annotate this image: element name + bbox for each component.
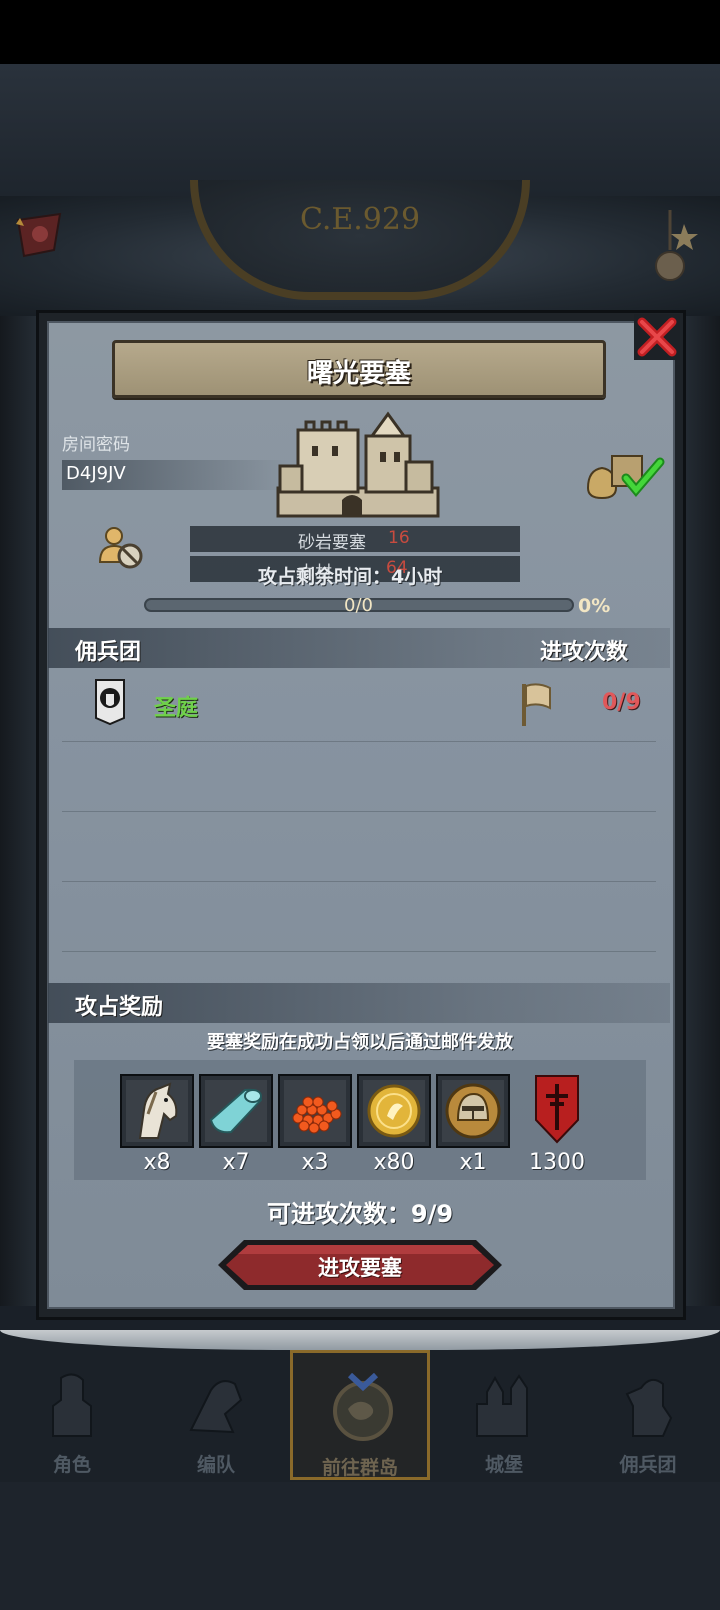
mercenary-icon [625,1378,673,1437]
lantern-ornament-icon [655,210,698,281]
empty-guild-row [62,812,656,882]
game-screen: C.E.929 曙光要塞 房间密码 D4J9JV 砂岩要塞 16 木材 64 攻… [0,0,720,1610]
nav-label: 前往群岛 [321,1457,398,1479]
attack-count-header: 进攻次数 [539,640,628,665]
progress-percent: 0% [578,595,611,617]
nav-label: 角色 [52,1454,91,1476]
room-code-label: 房间密码 [62,435,130,455]
reward-note: 要塞奖励在成功占领以后通过邮件发放 [207,1032,513,1053]
guild-row[interactable]: 圣庭 0/9 [62,672,656,742]
reward-item[interactable] [436,1074,510,1148]
resource-value: 16 [388,528,410,548]
flag-icon [522,683,551,726]
guild-shield-icon[interactable] [534,1074,580,1144]
empty-guild-row [62,742,656,812]
nav-label: 编队 [196,1454,235,1476]
cloth-icon [205,1080,267,1142]
resource-row: 砂岩要塞 16 [190,526,520,553]
nav-label: 佣兵团 [619,1454,677,1476]
dialog-title: 曙光要塞 [306,359,411,389]
reward-item[interactable] [278,1074,352,1148]
no-user-icon [98,527,143,569]
guild-name: 圣庭 [154,696,199,721]
right-backdrop [680,316,720,1306]
bottom-backdrop [0,1482,720,1610]
reward-section-header: 攻占奖励 [48,983,670,1023]
background [0,64,720,196]
banner-ornament-icon [16,212,62,258]
reward-count: 1300 [529,1150,585,1175]
nav-item-mercenary[interactable]: 佣兵团 [578,1350,718,1480]
remaining-time: 攻占剩余时间：4小时 [258,566,443,588]
mercenary-title: 佣兵团 [75,640,142,665]
gold-coin-icon [363,1080,425,1142]
guild-attack-count: 0/9 [602,690,641,715]
reward-item[interactable] [357,1074,431,1148]
castle-icon [276,411,440,518]
nav-item-castle[interactable]: 城堡 [434,1350,574,1480]
reward-item[interactable] [120,1074,194,1148]
reward-count: x8 [143,1150,171,1175]
empty-guild-row [62,882,656,952]
attack-fortress-label: 进攻要塞 [318,1256,402,1280]
nav-item-character[interactable]: 角色 [2,1350,142,1480]
left-backdrop [0,316,40,1306]
status-bar [0,0,720,64]
resource-name: 砂岩要塞 [298,533,366,553]
mercenary-section-header: 佣兵团 进攻次数 [48,628,670,668]
reward-item[interactable] [199,1074,273,1148]
attacks-remaining: 可进攻次数：9/9 [266,1200,454,1228]
guild-emblem-icon [95,679,125,726]
horse-icon [126,1080,188,1142]
island-map-icon [333,1373,393,1441]
helmet-icon [442,1080,504,1142]
formation-icon [189,1380,243,1434]
title-banner: 曙光要塞 [112,340,606,398]
resource-bag-icon [586,455,665,500]
close-icon[interactable] [632,312,682,362]
nav-item-islands[interactable]: 前往群岛 [290,1350,430,1480]
nav-label: 城堡 [484,1454,523,1476]
reward-count: x80 [373,1150,415,1175]
progress-count: 0/0 [344,595,373,616]
caviar-icon [284,1080,346,1142]
castle-icon [476,1374,528,1437]
attack-fortress-button[interactable]: 进攻要塞 [216,1238,504,1292]
reward-title: 攻占奖励 [75,995,164,1020]
knight-icon [52,1373,92,1437]
reward-count: x1 [459,1150,487,1175]
reward-count: x3 [301,1150,329,1175]
room-code-value: D4J9JV [62,460,292,490]
nav-item-formation[interactable]: 编队 [146,1350,286,1480]
year-label: C.E.929 [299,202,421,237]
reward-count: x7 [222,1150,250,1175]
